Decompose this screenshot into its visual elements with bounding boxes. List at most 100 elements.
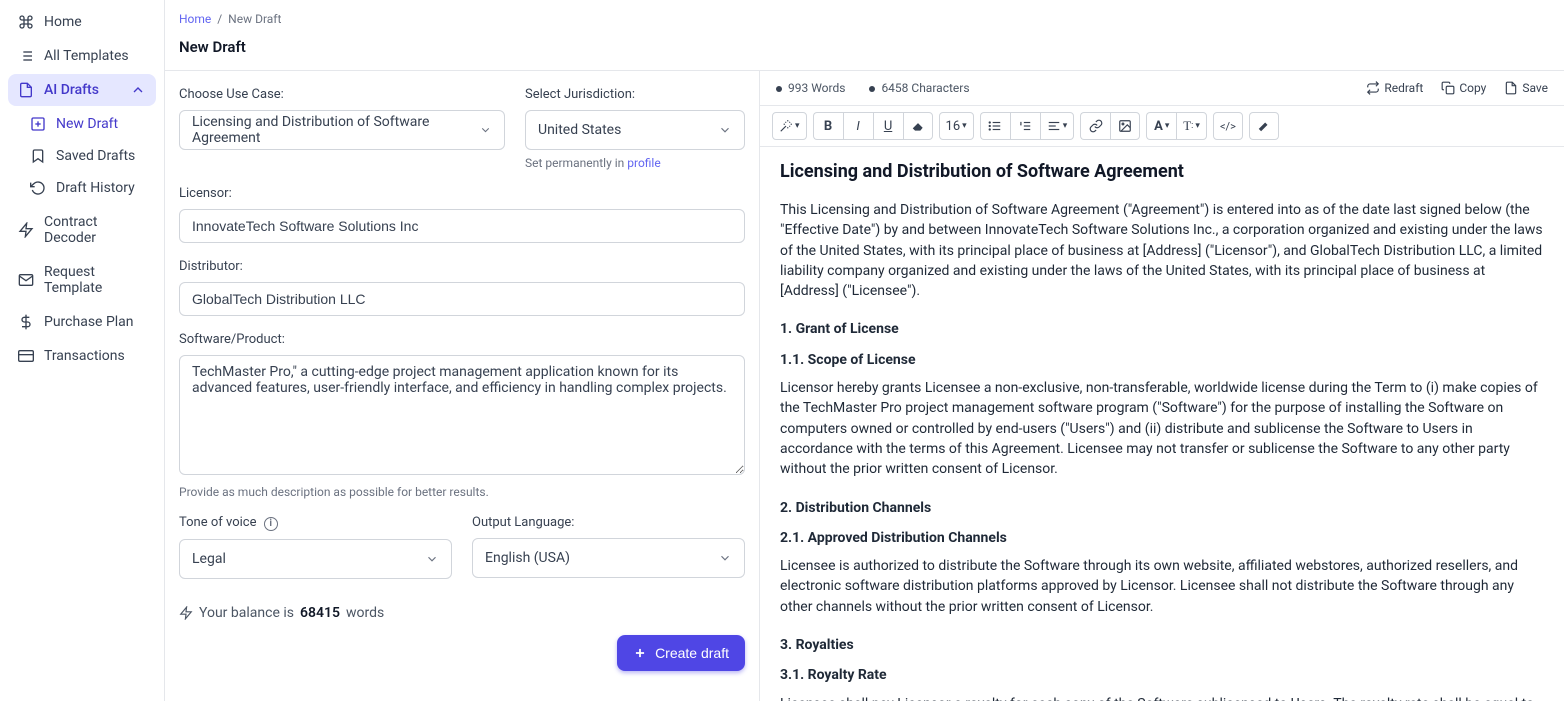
tone-label: Tone of voice i: [179, 515, 452, 531]
save-button[interactable]: Save: [1504, 81, 1548, 95]
sidebar-home-label: Home: [44, 14, 82, 30]
char-count: 6458 Characters: [869, 81, 969, 95]
link-icon: [1089, 119, 1103, 133]
info-icon[interactable]: i: [264, 517, 278, 531]
sidebar-transactions-label: Transactions: [44, 348, 125, 364]
breadcrumb-current: New Draft: [228, 12, 281, 26]
use-case-select[interactable]: Licensing and Distribution of Software A…: [179, 110, 505, 150]
sidebar: Home All Templates AI Drafts New Draft S…: [0, 0, 165, 701]
sidebar-contract-decoder[interactable]: Contract Decoder: [8, 206, 156, 254]
breadcrumb: Home / New Draft: [165, 0, 1564, 30]
jurisdiction-value: United States: [538, 122, 621, 138]
link-button[interactable]: [1080, 112, 1110, 140]
sidebar-purchase-plan[interactable]: Purchase Plan: [8, 306, 156, 338]
document-paragraph: Licensee shall pay Licensor a royalty fo…: [780, 694, 1544, 701]
image-button[interactable]: [1110, 112, 1140, 140]
copy-icon: [1441, 81, 1455, 95]
tone-select[interactable]: Legal: [179, 539, 452, 579]
editor-body[interactable]: Licensing and Distribution of Software A…: [760, 147, 1564, 701]
command-icon: [18, 14, 34, 30]
sidebar-all-templates-label: All Templates: [44, 48, 129, 64]
number-list-button[interactable]: [1010, 112, 1040, 140]
editor-stats-bar: 993 Words 6458 Characters Redraft Copy S…: [760, 71, 1564, 106]
bookmark-icon: [30, 148, 46, 164]
sidebar-request-template[interactable]: Request Template: [8, 256, 156, 304]
history-icon: [30, 180, 46, 196]
image-icon: [1118, 119, 1132, 133]
document-paragraph: Licensee is authorized to distribute the…: [780, 556, 1544, 617]
document-paragraph: 1. Grant of License: [780, 319, 1544, 339]
language-value: English (USA): [485, 550, 570, 566]
sidebar-saved-drafts[interactable]: Saved Drafts: [20, 140, 156, 172]
document-paragraph: 3.1. Royalty Rate: [780, 665, 1544, 685]
magic-button[interactable]: ▾: [772, 112, 807, 140]
chevron-down-icon: [718, 123, 732, 137]
create-draft-button[interactable]: Create draft: [617, 635, 745, 671]
tone-value: Legal: [192, 551, 226, 567]
highlight-icon: [1257, 119, 1271, 133]
eraser-icon: [911, 119, 925, 133]
sidebar-draft-history[interactable]: Draft History: [20, 172, 156, 204]
document-paragraph: 3. Royalties: [780, 635, 1544, 655]
document-paragraph: 1.1. Scope of License: [780, 350, 1544, 370]
sidebar-contract-decoder-label: Contract Decoder: [44, 214, 146, 246]
sidebar-transactions[interactable]: Transactions: [8, 340, 156, 372]
highlight-button[interactable]: [1249, 112, 1279, 140]
product-textarea[interactable]: [179, 355, 745, 475]
plus-icon: [633, 646, 647, 660]
redraft-button[interactable]: Redraft: [1366, 81, 1423, 95]
file-icon: [18, 82, 34, 98]
align-icon: [1047, 119, 1061, 133]
sidebar-home[interactable]: Home: [8, 6, 156, 38]
copy-button[interactable]: Copy: [1441, 81, 1486, 95]
chevron-down-icon: [479, 123, 492, 137]
distributor-label: Distributor:: [179, 259, 745, 274]
product-label: Software/Product:: [179, 332, 745, 347]
text-style-button[interactable]: T:▾: [1176, 112, 1207, 140]
distributor-input[interactable]: [179, 282, 745, 316]
plus-square-icon: [30, 116, 46, 132]
breadcrumb-home-link[interactable]: Home: [179, 12, 211, 26]
font-color-button[interactable]: A▾: [1146, 112, 1176, 140]
dollar-icon: [18, 314, 34, 330]
jurisdiction-hint: Set permanently in profile: [525, 156, 745, 170]
chevron-down-icon: [425, 552, 439, 566]
sidebar-new-draft-label: New Draft: [56, 116, 118, 132]
sidebar-purchase-plan-label: Purchase Plan: [44, 314, 134, 330]
code-button[interactable]: </>: [1213, 112, 1243, 140]
form-panel: Choose Use Case: Licensing and Distribut…: [165, 71, 760, 701]
chevron-up-icon: [130, 82, 146, 98]
refresh-icon: [1366, 81, 1380, 95]
language-label: Output Language:: [472, 515, 745, 530]
font-size-select[interactable]: 16▾: [939, 112, 974, 140]
erase-button[interactable]: [903, 112, 933, 140]
align-button[interactable]: ▾: [1040, 112, 1075, 140]
document-title: Licensing and Distribution of Software A…: [780, 161, 1544, 182]
profile-link[interactable]: profile: [627, 156, 660, 170]
bold-button[interactable]: B: [813, 112, 843, 140]
bullet-list-button[interactable]: [980, 112, 1010, 140]
chevron-down-icon: [718, 551, 732, 565]
jurisdiction-label: Select Jurisdiction:: [525, 87, 745, 102]
mail-icon: [18, 272, 34, 288]
document-paragraph: This Licensing and Distribution of Softw…: [780, 200, 1544, 301]
file-icon: [1504, 81, 1518, 95]
list-ol-icon: [1018, 119, 1032, 133]
language-select[interactable]: English (USA): [472, 538, 745, 578]
page-title: New Draft: [165, 30, 1564, 70]
italic-button[interactable]: I: [843, 112, 873, 140]
sidebar-ai-drafts[interactable]: AI Drafts: [8, 74, 156, 106]
sidebar-all-templates[interactable]: All Templates: [8, 40, 156, 72]
use-case-label: Choose Use Case:: [179, 87, 505, 102]
jurisdiction-select[interactable]: United States: [525, 110, 745, 150]
underline-button[interactable]: U: [873, 112, 903, 140]
licensor-input[interactable]: [179, 209, 745, 243]
use-case-value: Licensing and Distribution of Software A…: [192, 114, 479, 146]
sidebar-saved-drafts-label: Saved Drafts: [56, 148, 135, 164]
sidebar-new-draft[interactable]: New Draft: [20, 108, 156, 140]
list-icon: [18, 48, 34, 64]
product-hint: Provide as much description as possible …: [179, 485, 745, 499]
list-ul-icon: [988, 119, 1002, 133]
licensor-label: Licensor:: [179, 186, 745, 201]
zap-icon: [18, 222, 34, 238]
